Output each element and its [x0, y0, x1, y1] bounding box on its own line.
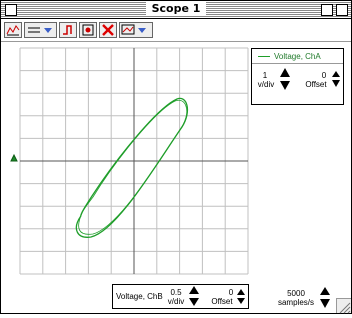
channel-b-offset-label: Offset — [211, 297, 233, 306]
legend-offset-label: Offset — [305, 80, 327, 89]
window-title: Scope 1 — [145, 2, 207, 15]
axis-lines — [20, 48, 248, 274]
channels-menu-button[interactable] — [119, 22, 153, 38]
legend-swatch — [258, 56, 270, 57]
cursor-button[interactable] — [79, 22, 97, 38]
channels-menu-icon — [121, 24, 146, 35]
trigger-menu-icon — [27, 27, 52, 33]
trigger-level-button[interactable] — [59, 22, 77, 38]
offset-stepper-icon[interactable] — [332, 70, 340, 88]
delete-button[interactable] — [99, 22, 117, 38]
channel-b-scale-value: 0.5 — [170, 288, 182, 297]
trigger-level-icon — [63, 25, 72, 35]
scope-window: Scope 1 Voltage, ChA 1 v/div 0 Offset Vo… — [0, 0, 352, 314]
legend-divider — [252, 63, 343, 64]
lissajous-trace — [75, 97, 189, 238]
legend-scale-value: 1 — [262, 71, 268, 80]
toolbar — [1, 19, 351, 42]
legend-offset-value: 0 — [321, 71, 327, 80]
resize-grip-icon[interactable] — [336, 298, 351, 314]
delete-icon — [102, 24, 114, 36]
scale-stepper-icon[interactable] — [280, 67, 290, 91]
window-title-wrap: Scope 1 — [1, 2, 351, 16]
zoom-box-icon[interactable] — [321, 4, 333, 16]
sample-rate-unit: samples/s — [277, 298, 314, 307]
sample-rate-stepper-icon[interactable] — [320, 286, 330, 309]
title-bar[interactable]: Scope 1 — [1, 1, 351, 19]
trigger-marker-icon[interactable] — [10, 153, 18, 162]
legend-channel-label: Voltage, ChA — [274, 52, 321, 61]
plot-area: Voltage, ChA 1 v/div 0 Offset — [7, 43, 345, 313]
collapse-box-icon[interactable] — [336, 4, 348, 16]
channel-b-offset-value: 0 — [228, 288, 234, 297]
sample-rate-value: 5000 — [287, 289, 305, 298]
cursor-icon — [82, 24, 94, 36]
channel-b-scale-stepper-icon[interactable] — [189, 285, 199, 307]
scope-display-button[interactable] — [4, 22, 22, 38]
channel-a-legend: Voltage, ChA 1 v/div 0 Offset — [251, 48, 344, 105]
legend-scale-unit: v/div — [257, 80, 275, 89]
trigger-menu-button[interactable] — [24, 22, 57, 38]
channel-b-label: Voltage, ChB — [116, 292, 163, 301]
channel-b-control: Voltage, ChB 0.5 v/div 0 Offset — [112, 284, 249, 309]
scope-display-icon — [6, 25, 20, 36]
channel-b-scale-unit: v/div — [167, 297, 185, 306]
channel-b-offset-stepper-icon[interactable] — [237, 288, 245, 305]
